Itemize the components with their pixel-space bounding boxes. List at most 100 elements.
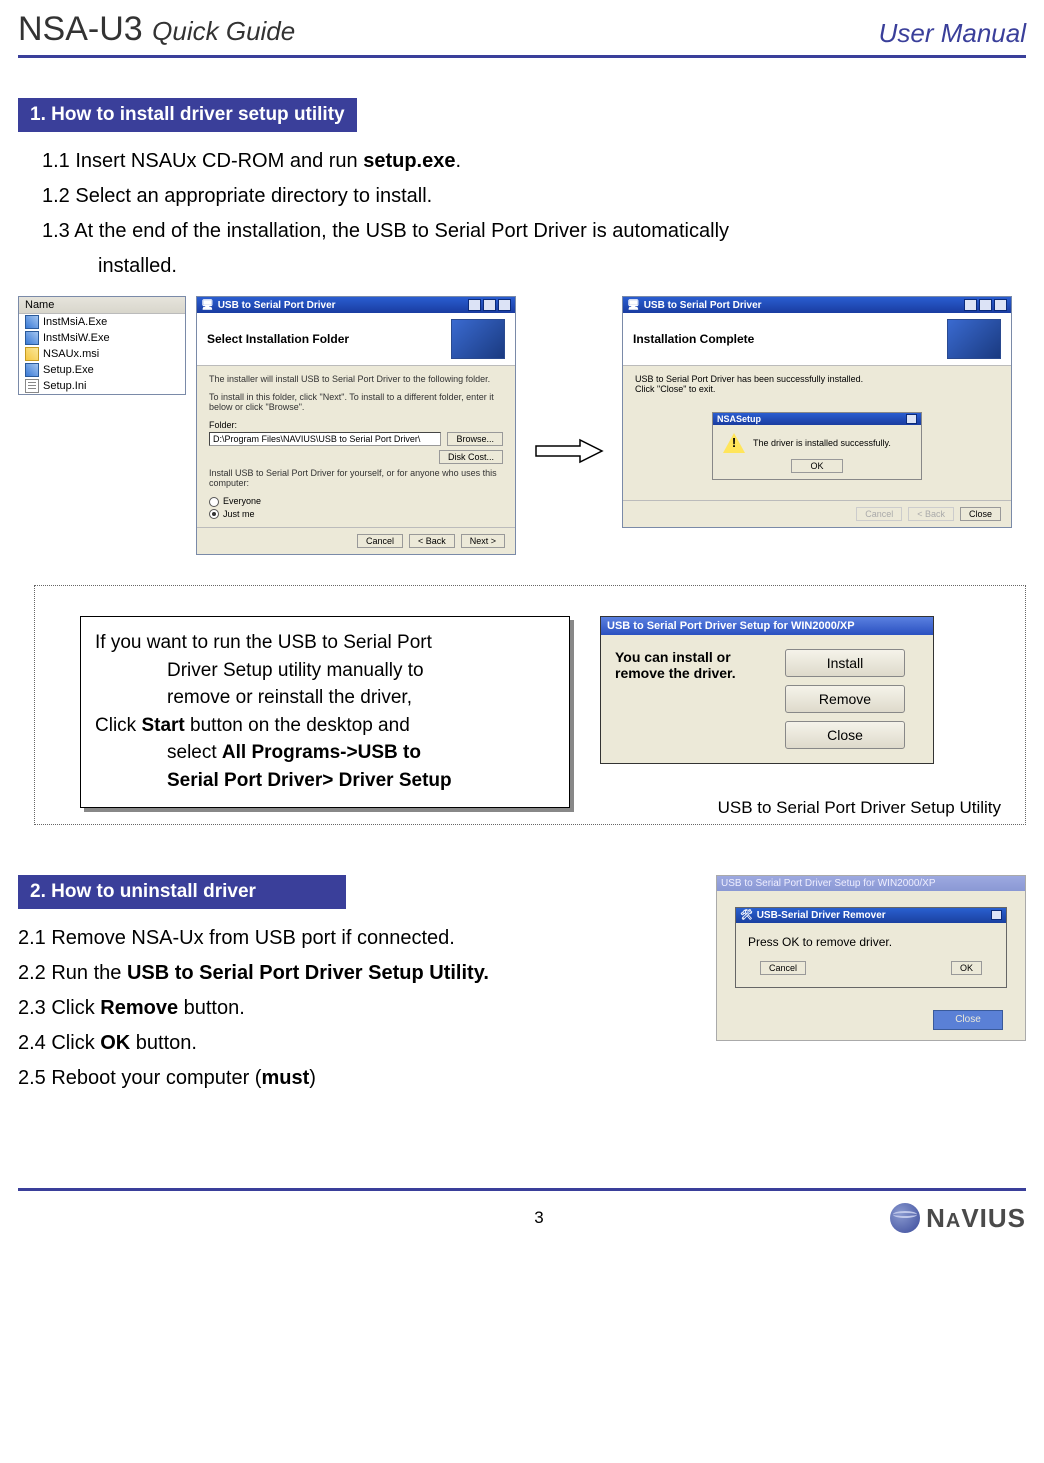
manual-label: User Manual xyxy=(879,18,1026,49)
step-1-2: 1.2 Select an appropriate directory to i… xyxy=(18,181,1026,212)
close-icon[interactable] xyxy=(498,299,511,311)
browse-button[interactable]: Browse... xyxy=(447,432,503,446)
radio-icon xyxy=(209,497,219,507)
tip-programs-bold: All Programs->USB to xyxy=(222,742,421,763)
step-1-3-line2: installed. xyxy=(18,251,1026,282)
tip-setup-bold: > Driver Setup xyxy=(322,770,451,791)
installer-window-complete: 🖥 USB to Serial Port Driver Installation… xyxy=(622,296,1012,528)
radio-icon xyxy=(209,509,219,519)
close-icon[interactable] xyxy=(991,910,1002,920)
installer2-body: USB to Serial Port Driver has been succe… xyxy=(623,366,1011,500)
step-1-3-line1: 1.3 At the end of the installation, the … xyxy=(18,216,1026,247)
cancel-button[interactable]: Cancel xyxy=(760,961,806,975)
remover-dialog: 🛠 USB-Serial Driver Remover Press OK to … xyxy=(735,907,1007,988)
alert-dialog: NSASetup The driver is installed success… xyxy=(712,412,922,480)
file-item[interactable]: InstMsiW.Exe xyxy=(19,330,185,346)
step-2-2-b: USB to Serial Port Driver Setup Utility. xyxy=(127,962,489,984)
warning-icon xyxy=(723,433,745,453)
remover-inner-title: USB-Serial Driver Remover xyxy=(753,910,991,921)
folder-input[interactable]: D:\Program Files\NAVIUS\USB to Serial Po… xyxy=(209,432,441,446)
back-button[interactable]: < Back xyxy=(409,534,455,548)
file-name: NSAUx.msi xyxy=(43,348,99,360)
step-2-5-c: ) xyxy=(309,1067,316,1089)
step-2-2: 2.2 Run the USB to Serial Port Driver Se… xyxy=(18,958,696,989)
ok-button[interactable]: OK xyxy=(951,961,982,975)
step-1-1-text-a: 1.1 Insert NSAUx CD-ROM and run xyxy=(42,150,363,172)
back-button: < Back xyxy=(908,507,954,521)
doc-subtitle: Quick Guide xyxy=(152,16,295,46)
step-2-5: 2.5 Reboot your computer (must) xyxy=(18,1063,696,1094)
next-button[interactable]: Next > xyxy=(461,534,505,548)
tip-box: If you want to run the USB to Serial Por… xyxy=(80,616,570,807)
driver-setup-titlebar: USB to Serial Port Driver Setup for WIN2… xyxy=(601,617,933,635)
doc-header: NSA-U3 Quick Guide User Manual xyxy=(18,10,1026,58)
page-footer: 3 NAVIUS xyxy=(18,1188,1026,1234)
cancel-button: Cancel xyxy=(856,507,902,521)
remover-message: Press OK to remove driver. xyxy=(736,923,1006,961)
close-icon[interactable] xyxy=(994,299,1007,311)
remove-button[interactable]: Remove xyxy=(785,685,905,713)
logo-text: NAVIUS xyxy=(926,1203,1026,1234)
installer-banner-icon xyxy=(947,319,1001,359)
tip-line1: If you want to run the USB to Serial Por… xyxy=(95,632,432,653)
arrow-icon xyxy=(526,436,612,466)
installer-banner-icon xyxy=(451,319,505,359)
page-number: 3 xyxy=(188,1208,890,1228)
file-name: Setup.Ini xyxy=(43,380,86,392)
step-2-4: 2.4 Click OK button. xyxy=(18,1028,696,1059)
step-2-2-a: 2.2 Run the xyxy=(18,962,127,984)
step-2-5-b: must xyxy=(261,1067,309,1089)
titlebar-buttons xyxy=(468,299,511,311)
close-button[interactable]: Close xyxy=(960,507,1001,521)
section2-wrap: 2. How to uninstall driver 2.1 Remove NS… xyxy=(18,875,1026,1098)
tip-line2: Driver Setup utility manually to xyxy=(167,660,424,681)
file-icon xyxy=(25,379,39,393)
file-name: InstMsiW.Exe xyxy=(43,332,110,344)
product-name: NSA-U3 xyxy=(18,10,143,48)
file-item[interactable]: InstMsiA.Exe xyxy=(19,314,185,330)
step-2-4-a: 2.4 Click xyxy=(18,1032,100,1054)
installer2-line1: USB to Serial Port Driver has been succe… xyxy=(635,374,999,384)
close-icon[interactable] xyxy=(906,414,917,424)
maximize-icon[interactable] xyxy=(979,299,992,311)
remover-window-icon: 🛠 xyxy=(740,910,753,921)
tip-line3: remove or reinstall the driver, xyxy=(167,687,412,708)
ok-button[interactable]: OK xyxy=(791,459,842,473)
file-name: InstMsiA.Exe xyxy=(43,316,107,328)
globe-icon xyxy=(890,1203,920,1233)
tip-driver-bold: Serial Port Driver xyxy=(167,770,322,791)
file-item[interactable]: Setup.Exe xyxy=(19,362,185,378)
step-2-3: 2.3 Click Remove button. xyxy=(18,993,696,1024)
alert-titlebar: NSASetup xyxy=(713,413,921,425)
radio-justme[interactable]: Just me xyxy=(209,509,503,520)
section1-heading: 1. How to install driver setup utility xyxy=(18,98,357,132)
file-item[interactable]: Setup.Ini xyxy=(19,378,185,394)
installer1-desc1: The installer will install USB to Serial… xyxy=(209,374,503,384)
cancel-button[interactable]: Cancel xyxy=(357,534,403,548)
disk-cost-button[interactable]: Disk Cost... xyxy=(439,450,503,464)
install-screenshots-row: Name InstMsiA.ExeInstMsiW.ExeNSAUx.msiSe… xyxy=(18,296,1026,555)
step-1-1-text-b: . xyxy=(455,150,461,172)
tip-line5a: select xyxy=(167,742,222,763)
minimize-icon[interactable] xyxy=(468,299,481,311)
radio-everyone[interactable]: Everyone xyxy=(209,496,503,507)
file-icon xyxy=(25,363,39,377)
remover-window: USB to Serial Port Driver Setup for WIN2… xyxy=(716,875,1026,1041)
step-2-5-a: 2.5 Reboot your computer ( xyxy=(18,1067,261,1089)
close-button[interactable]: Close xyxy=(785,721,905,749)
installer2-titlebar: 🖥 USB to Serial Port Driver xyxy=(623,297,1011,313)
installer2-title-text: USB to Serial Port Driver xyxy=(640,300,964,311)
file-explorer-pane: Name InstMsiA.ExeInstMsiW.ExeNSAUx.msiSe… xyxy=(18,296,186,395)
maximize-icon[interactable] xyxy=(483,299,496,311)
doc-title: NSA-U3 Quick Guide xyxy=(18,10,295,49)
installer-window-folder: 🖥 USB to Serial Port Driver Select Insta… xyxy=(196,296,516,555)
file-name: Setup.Exe xyxy=(43,364,94,376)
file-item[interactable]: NSAUx.msi xyxy=(19,346,185,362)
tip-line4c: button on the desktop and xyxy=(185,715,410,736)
install-button[interactable]: Install xyxy=(785,649,905,677)
installer2-heading: Installation Complete xyxy=(633,332,754,346)
minimize-icon[interactable] xyxy=(964,299,977,311)
file-icon xyxy=(25,331,39,345)
radio-justme-label: Just me xyxy=(223,509,255,519)
installer1-heading: Select Installation Folder xyxy=(207,332,349,346)
